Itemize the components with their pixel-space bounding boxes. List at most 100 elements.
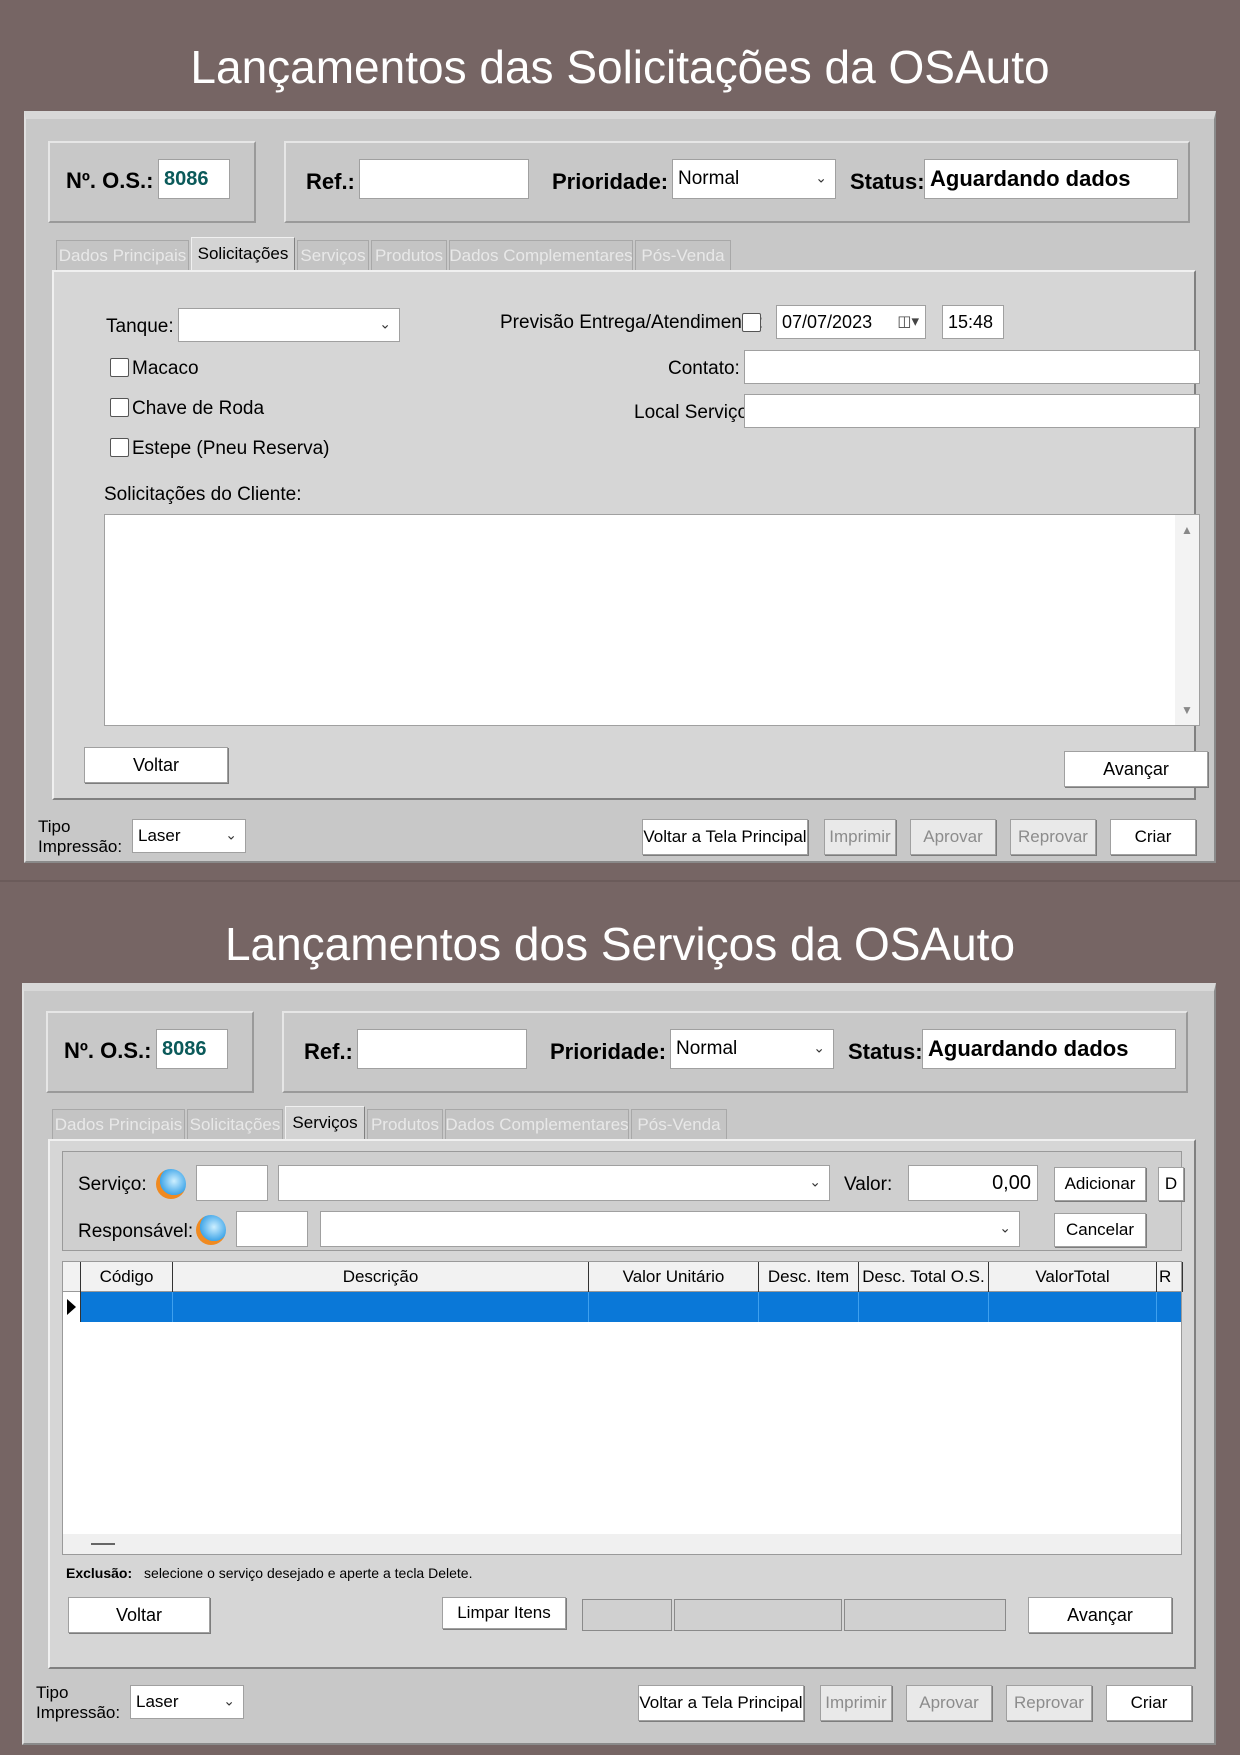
os-number-field[interactable]: 8086 (156, 1029, 228, 1069)
main-screen-button[interactable]: Voltar a Tela Principal (642, 819, 808, 855)
tank-select[interactable]: ⌄ (178, 308, 400, 342)
responsible-code-field[interactable] (236, 1211, 308, 1247)
services-grid[interactable]: Código Descrição Valor Unitário Desc. It… (62, 1261, 1183, 1555)
solicitacoes-window: Nº. O.S.: 8086 Ref.: Prioridade: Normal … (24, 111, 1216, 863)
responsible-select[interactable]: ⌄ (320, 1211, 1020, 1247)
print-type-value: Laser (138, 826, 181, 845)
vertical-scrollbar[interactable]: ▲ ▼ (1175, 515, 1199, 725)
tab-dados-principais[interactable]: Dados Principais (52, 1109, 185, 1139)
os-number-field[interactable]: 8086 (158, 159, 230, 199)
status-label: Status: (850, 169, 925, 194)
cell-valor-unitario[interactable] (589, 1292, 759, 1322)
contact-field[interactable] (744, 350, 1200, 384)
print-type-select[interactable]: Laser ⌄ (132, 819, 246, 853)
cell-desc-item[interactable] (759, 1292, 859, 1322)
responsible-search-icon[interactable] (196, 1215, 226, 1245)
tab-solicitacoes[interactable]: Solicitações (187, 1109, 283, 1139)
deletion-label: Exclusão: (66, 1565, 133, 1581)
print-type-select[interactable]: Laser ⌄ (130, 1685, 244, 1719)
chevron-down-icon: ⌄ (225, 826, 237, 843)
ref-field[interactable] (357, 1029, 527, 1069)
print-button[interactable]: Imprimir (824, 819, 896, 855)
top-title: Lançamentos das Solicitações da OSAuto (190, 41, 1050, 93)
status-label: Status: (848, 1039, 923, 1064)
estepe-label: Estepe (Pneu Reserva) (132, 438, 330, 459)
servicos-window: Nº. O.S.: 8086 Ref.: Prioridade: Normal … (22, 983, 1216, 1745)
service-search-icon[interactable] (156, 1169, 186, 1199)
priority-label: Prioridade: (552, 169, 669, 194)
print-button[interactable]: Imprimir (820, 1685, 892, 1721)
cell-valor-total[interactable] (989, 1292, 1157, 1322)
totals-cell-2 (674, 1599, 842, 1631)
tab-pos-venda[interactable]: Pós-Venda (635, 240, 731, 270)
back-button[interactable]: Voltar (68, 1597, 210, 1633)
scroll-thumb[interactable] (91, 1543, 115, 1545)
reject-button[interactable]: Reprovar (1006, 1685, 1092, 1721)
create-button[interactable]: Criar (1110, 819, 1196, 855)
forecast-label: Previsão Entrega/Atendimento: (500, 312, 763, 333)
forecast-checkbox[interactable] (742, 313, 761, 332)
responsible-label: Responsável: (78, 1221, 194, 1242)
grid-header: Código Descrição Valor Unitário Desc. It… (63, 1262, 1183, 1292)
table-row[interactable] (63, 1292, 1181, 1322)
scroll-up-icon[interactable]: ▲ (1181, 523, 1193, 537)
column-header-r[interactable]: R (1157, 1262, 1183, 1292)
service-location-field[interactable] (744, 394, 1200, 428)
macaco-checkbox[interactable] (110, 358, 129, 377)
priority-select[interactable]: Normal ⌄ (670, 1029, 834, 1069)
service-label: Serviço: (78, 1174, 147, 1195)
approve-button[interactable]: Aprovar (906, 1685, 992, 1721)
totals-cell-1 (582, 1599, 672, 1631)
tab-dados-complementares[interactable]: Dados Complementares (445, 1109, 629, 1139)
add-button[interactable]: Adicionar (1054, 1167, 1146, 1201)
tab-solicitacoes[interactable]: Solicitações (191, 237, 295, 270)
status-field: Aguardando dados (924, 159, 1178, 199)
horizontal-scrollbar[interactable] (63, 1534, 1181, 1554)
scroll-down-icon[interactable]: ▼ (1181, 703, 1193, 717)
column-header-desc-total[interactable]: Desc. Total O.S. (859, 1262, 989, 1292)
tab-produtos[interactable]: Produtos (371, 240, 447, 270)
column-header-descricao[interactable]: Descrição (173, 1262, 589, 1292)
cancel-button[interactable]: Cancelar (1054, 1213, 1146, 1247)
cell-descricao[interactable] (173, 1292, 589, 1322)
reject-button[interactable]: Reprovar (1010, 819, 1096, 855)
clear-items-button[interactable]: Limpar Itens (442, 1597, 566, 1629)
tab-dados-complementares[interactable]: Dados Complementares (449, 240, 633, 270)
estepe-checkbox[interactable] (110, 438, 129, 457)
d-button[interactable]: D (1158, 1167, 1184, 1201)
grid-row-indicator-header (63, 1262, 81, 1292)
tab-pos-venda[interactable]: Pós-Venda (631, 1109, 727, 1139)
priority-select[interactable]: Normal ⌄ (672, 159, 836, 199)
forecast-time-field[interactable]: 15:48 (942, 305, 1004, 339)
create-button[interactable]: Criar (1106, 1685, 1192, 1721)
back-button[interactable]: Voltar (84, 747, 228, 783)
os-number-label: Nº. O.S.: (64, 1038, 152, 1063)
cell-desc-total[interactable] (859, 1292, 989, 1322)
tab-dados-principais[interactable]: Dados Principais (56, 240, 189, 270)
tab-produtos[interactable]: Produtos (367, 1109, 443, 1139)
service-code-field[interactable] (196, 1165, 268, 1201)
print-type-label-1: Tipo (36, 1683, 69, 1702)
tab-servicos[interactable]: Serviços (285, 1106, 365, 1139)
forecast-date-field[interactable]: 07/07/2023 ◫▾ (776, 305, 926, 339)
service-desc-select[interactable]: ⌄ (278, 1165, 830, 1201)
main-screen-button[interactable]: Voltar a Tela Principal (638, 1685, 804, 1721)
value-field[interactable]: 0,00 (908, 1165, 1038, 1201)
solicitacoes-panel: Tanque: ⌄ Macaco Chave de Roda Estepe (P… (52, 270, 1208, 800)
cell-codigo[interactable] (81, 1292, 173, 1322)
calendar-icon[interactable]: ◫▾ (897, 312, 919, 330)
row-pointer-icon (63, 1292, 81, 1322)
tank-label: Tanque: (106, 316, 174, 337)
next-button[interactable]: Avançar (1064, 751, 1208, 787)
column-header-desc-item[interactable]: Desc. Item (759, 1262, 859, 1292)
forecast-date-value: 07/07/2023 (782, 311, 873, 332)
column-header-codigo[interactable]: Código (81, 1262, 173, 1292)
client-requests-textarea[interactable]: ▲ ▼ (104, 514, 1200, 726)
column-header-valor-total[interactable]: ValorTotal (989, 1262, 1157, 1292)
approve-button[interactable]: Aprovar (910, 819, 996, 855)
next-button[interactable]: Avançar (1028, 1597, 1172, 1633)
tab-servicos[interactable]: Serviços (297, 240, 369, 270)
chave-de-roda-checkbox[interactable] (110, 398, 129, 417)
column-header-valor-unitario[interactable]: Valor Unitário (589, 1262, 759, 1292)
ref-field[interactable] (359, 159, 529, 199)
